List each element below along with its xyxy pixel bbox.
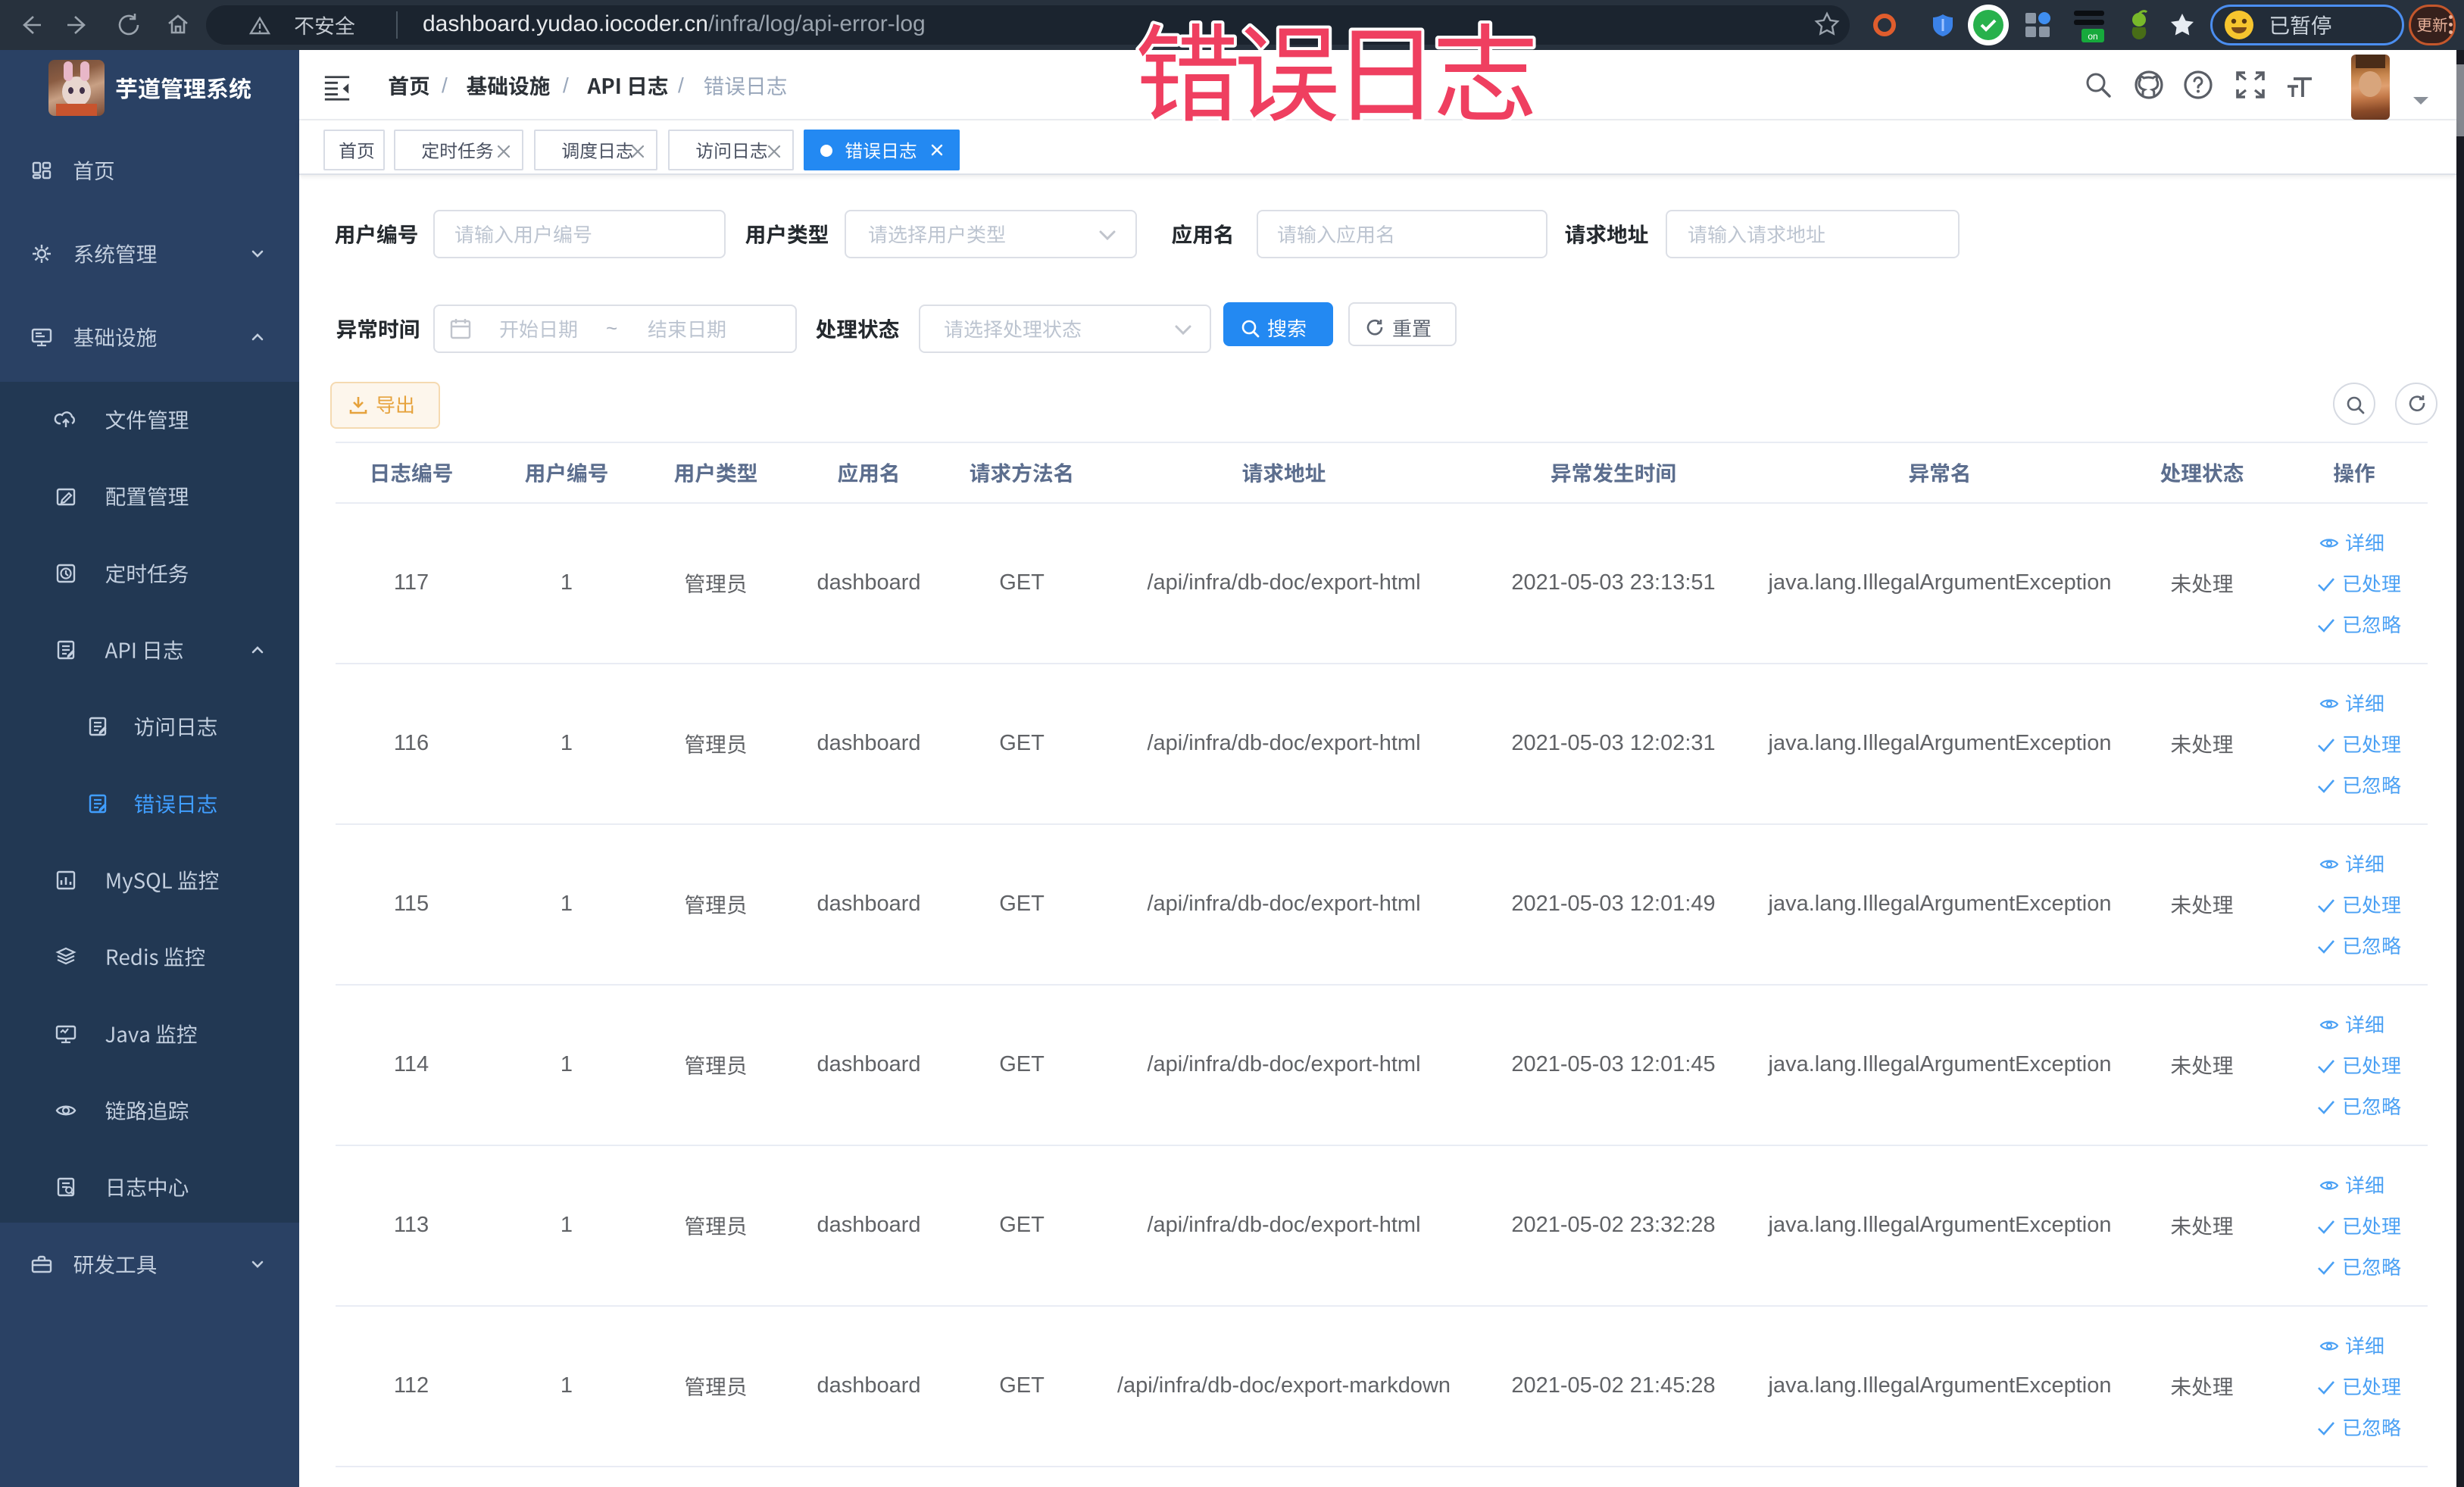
- svg-text:on: on: [2088, 31, 2097, 42]
